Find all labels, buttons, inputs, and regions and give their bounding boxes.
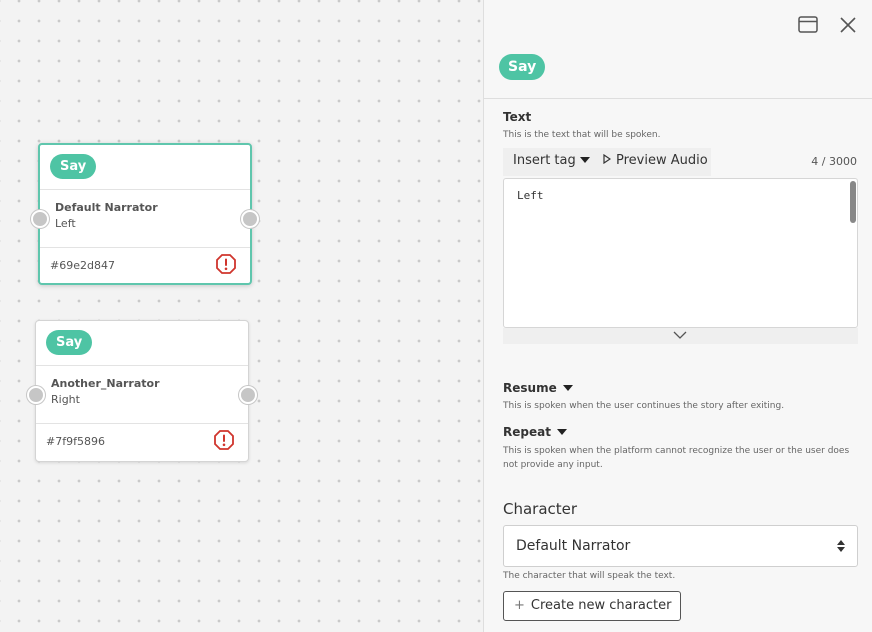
node-character-name: Another_Narrator bbox=[51, 377, 160, 390]
window-icon[interactable] bbox=[797, 14, 819, 36]
node-header: Say bbox=[40, 145, 250, 190]
flow-canvas[interactable]: Say Default Narrator Left #69e2d847 Say … bbox=[0, 0, 483, 632]
character-select[interactable]: Default Narrator bbox=[503, 525, 858, 567]
repeat-toggle[interactable]: Repeat bbox=[503, 425, 567, 439]
say-node[interactable]: Say Default Narrator Left #69e2d847 bbox=[31, 143, 259, 285]
input-port[interactable] bbox=[31, 210, 49, 228]
repeat-hint: This is spoken when the platform cannot … bbox=[503, 446, 850, 470]
text-label: Text bbox=[503, 110, 532, 124]
character-counter: 4 / 3000 bbox=[811, 155, 857, 168]
chevron-down-icon bbox=[579, 157, 590, 163]
insert-tag-label: Insert tag bbox=[513, 153, 576, 168]
node-footer: #69e2d847 bbox=[40, 248, 250, 282]
play-icon bbox=[603, 153, 612, 165]
node-character-name: Default Narrator bbox=[55, 201, 158, 214]
output-port[interactable] bbox=[239, 386, 257, 404]
text-input[interactable]: Left bbox=[503, 178, 858, 328]
node-type-badge: Say bbox=[46, 330, 93, 355]
plus-icon: + bbox=[514, 598, 525, 613]
expand-toggle[interactable] bbox=[503, 328, 858, 344]
output-port[interactable] bbox=[241, 210, 259, 228]
node-body: Default Narrator Left bbox=[31, 190, 259, 248]
panel-header: Say bbox=[484, 0, 872, 99]
chevron-down-icon bbox=[673, 331, 687, 339]
character-hint: The character that will speak the text. bbox=[503, 571, 676, 581]
resume-toggle[interactable]: Resume bbox=[503, 381, 573, 395]
node-footer: #7f9f5896 bbox=[36, 424, 248, 458]
scrollbar[interactable] bbox=[850, 181, 856, 223]
text-hint: This is the text that will be spoken. bbox=[503, 130, 661, 140]
text-input-value: Left bbox=[517, 189, 544, 202]
node-body: Another_Narrator Right bbox=[27, 366, 257, 424]
node-id: #69e2d847 bbox=[50, 259, 115, 272]
create-character-label: Create new character bbox=[530, 598, 672, 613]
select-arrows-icon bbox=[837, 540, 845, 552]
caret-down-icon bbox=[562, 385, 573, 391]
node-header: Say bbox=[36, 321, 248, 366]
say-node[interactable]: Say Another_Narrator Right #7f9f5896 bbox=[27, 320, 257, 462]
preview-audio-label: Preview Audio bbox=[616, 153, 708, 168]
character-select-value: Default Narrator bbox=[516, 538, 631, 554]
node-position-text: Right bbox=[51, 393, 80, 406]
text-toolbar: Insert tag Preview Audio bbox=[503, 148, 711, 176]
resume-hint: This is spoken when the user continues t… bbox=[503, 401, 785, 411]
node-position-text: Left bbox=[55, 217, 76, 230]
panel-type-badge: Say bbox=[499, 54, 546, 80]
character-label: Character bbox=[503, 500, 578, 518]
caret-down-icon bbox=[556, 429, 567, 435]
warning-icon[interactable] bbox=[214, 430, 234, 450]
preview-audio-button[interactable]: Preview Audio bbox=[603, 153, 708, 168]
insert-tag-button[interactable]: Insert tag bbox=[513, 153, 590, 168]
create-character-button[interactable]: + Create new character bbox=[503, 591, 681, 621]
repeat-label: Repeat bbox=[503, 425, 551, 439]
node-type-badge: Say bbox=[50, 154, 97, 179]
input-port[interactable] bbox=[27, 386, 45, 404]
close-icon[interactable] bbox=[837, 14, 859, 36]
resume-label: Resume bbox=[503, 381, 557, 395]
node-id: #7f9f5896 bbox=[46, 435, 105, 448]
warning-icon[interactable] bbox=[216, 254, 236, 274]
editor-panel: Say Text This is the text that will be s… bbox=[483, 0, 872, 632]
